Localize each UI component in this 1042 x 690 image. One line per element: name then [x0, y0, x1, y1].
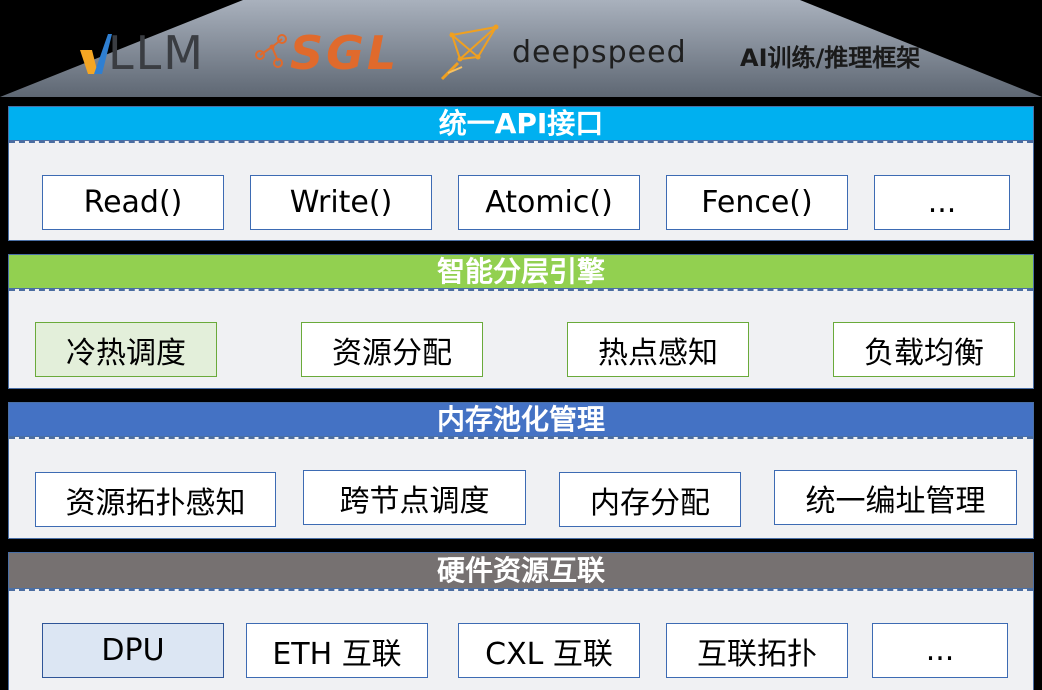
layer-body: 资源拓扑感知 跨节点调度 内存分配 统一编址管理 [9, 437, 1033, 538]
item-unified-addressing: 统一编址管理 [774, 470, 1017, 525]
layer-memory-pooling: 内存池化管理 资源拓扑感知 跨节点调度 内存分配 统一编址管理 [8, 402, 1034, 539]
item-memory-allocation: 内存分配 [559, 472, 741, 527]
item-hotspot-awareness: 热点感知 [567, 322, 749, 377]
item-resource-allocation: 资源分配 [301, 322, 483, 377]
item-dpu: DPU [42, 623, 224, 678]
layer-body: Read() Write() Atomic() Fence() ... [9, 141, 1033, 240]
deepspeed-logo: deepspeed [438, 22, 687, 82]
vllm-logo: LLM [78, 28, 205, 78]
architecture-diagram: LLM SGL deepspeed AI训练/推理框架 统一API接口 Read… [0, 0, 1042, 690]
layer-hardware-interconnect: 硬件资源互联 DPU ETH 互联 CXL 互联 互联拓扑 ... [8, 552, 1034, 690]
layer-title: 统一API接口 [9, 107, 1033, 141]
item-hot-cold-scheduling: 冷热调度 [35, 322, 217, 377]
item-topology-awareness: 资源拓扑感知 [35, 472, 276, 527]
molecule-icon [255, 34, 287, 68]
item-more: ... [872, 623, 1008, 678]
item-cxl-interconnect: CXL 互联 [458, 623, 640, 678]
deepspeed-mark-icon [440, 24, 499, 81]
vllm-v-icon [80, 34, 112, 74]
layer-body: DPU ETH 互联 CXL 互联 互联拓扑 ... [9, 589, 1033, 690]
sgl-logo-text: SGL [290, 26, 400, 80]
layer-title: 硬件资源互联 [9, 553, 1033, 589]
item-eth-interconnect: ETH 互联 [246, 623, 428, 678]
layer-title: 智能分层引擎 [9, 255, 1033, 289]
item-write: Write() [250, 175, 432, 230]
layer-body: 冷热调度 资源分配 热点感知 负载均衡 [9, 289, 1033, 388]
item-more: ... [874, 175, 1010, 230]
deepspeed-logo-text: deepspeed [512, 34, 687, 70]
item-atomic: Atomic() [458, 175, 640, 230]
layer-title: 内存池化管理 [9, 403, 1033, 437]
framework-caption: AI训练/推理框架 [740, 44, 921, 72]
framework-roof: LLM SGL deepspeed AI训练/推理框架 [0, 0, 1042, 100]
layer-tiering-engine: 智能分层引擎 冷热调度 资源分配 热点感知 负载均衡 [8, 254, 1034, 389]
item-cross-node-scheduling: 跨节点调度 [303, 470, 526, 525]
item-fence: Fence() [666, 175, 848, 230]
vllm-logo-text: LLM [108, 26, 205, 80]
item-read: Read() [42, 175, 224, 230]
sgl-logo: SGL [252, 27, 399, 79]
layer-unified-api: 统一API接口 Read() Write() Atomic() Fence() … [8, 106, 1034, 241]
item-load-balancing: 负载均衡 [833, 322, 1015, 377]
item-interconnect-topology: 互联拓扑 [666, 623, 848, 678]
